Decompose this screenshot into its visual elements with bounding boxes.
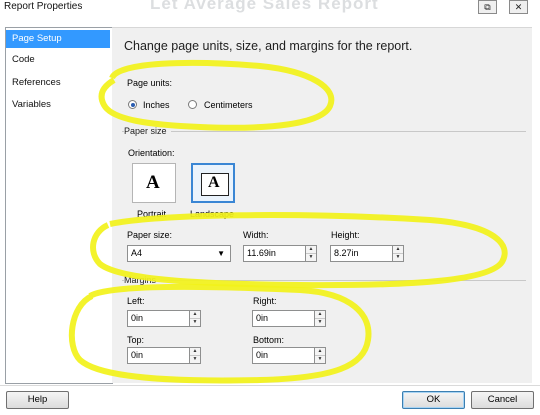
landscape-page-glyph: A [208,174,220,191]
title-bar[interactable]: Report Properties Let Average Sales Repo… [0,0,540,15]
page-heading: Change page units, size, and margins for… [124,39,413,53]
paper-size-label: Paper size: [127,230,173,240]
spin-down-icon[interactable]: ▼ [190,319,200,326]
left-margin-label: Left: [127,296,145,306]
sidebar-item-variables[interactable]: Variables [6,96,110,114]
ok-button[interactable]: OK [402,391,465,409]
height-spinner[interactable]: ▲ ▼ [393,245,404,262]
left-margin-input[interactable]: 0in [127,310,190,327]
spin-up-icon[interactable]: ▲ [315,348,325,356]
paper-size-select[interactable]: A4 ▼ [127,245,231,262]
help-button[interactable]: Help [6,391,69,409]
margins-section-title: Margins [124,275,161,285]
top-margin-input[interactable]: 0in [127,347,190,364]
portrait-label: Portrait [137,209,167,219]
height-label: Height: [331,230,360,240]
centimeters-radio-label[interactable]: Centimeters [204,100,253,110]
footer-separator [0,385,540,386]
top-margin-label: Top: [127,335,145,345]
paper-size-section-title: Paper size [124,126,171,136]
background-report-title: Let Average Sales Report [150,0,379,13]
cancel-button[interactable]: Cancel [471,391,534,409]
orientation-label: Orientation: [128,148,175,158]
landscape-page-icon: A [201,173,229,196]
landscape-label: Landscape [190,209,235,219]
inches-radio[interactable] [128,100,137,109]
spin-up-icon[interactable]: ▲ [393,246,403,254]
bottom-margin-spinner[interactable]: ▲ ▼ [315,347,326,364]
width-input[interactable]: 11.69in [243,245,306,262]
chevron-down-icon: ▼ [217,249,225,258]
content-panel [112,27,532,383]
spin-down-icon[interactable]: ▼ [393,254,403,261]
paper-size-value: A4 [131,248,143,258]
width-label: Width: [243,230,269,240]
width-spinner[interactable]: ▲ ▼ [306,245,317,262]
top-margin-spinner[interactable]: ▲ ▼ [190,347,201,364]
centimeters-radio[interactable] [188,100,197,109]
inches-radio-label[interactable]: Inches [143,100,170,110]
spin-down-icon[interactable]: ▼ [315,319,325,326]
right-margin-label: Right: [253,296,277,306]
window-title: Report Properties [4,1,83,12]
spin-up-icon[interactable]: ▲ [315,311,325,319]
right-margin-spinner[interactable]: ▲ ▼ [315,310,326,327]
paper-size-separator [122,131,526,132]
landscape-button[interactable]: A [191,163,235,203]
spin-up-icon[interactable]: ▲ [306,246,316,254]
left-margin-spinner[interactable]: ▲ ▼ [190,310,201,327]
spin-up-icon[interactable]: ▲ [190,311,200,319]
sidebar-item-references[interactable]: References [6,74,110,92]
spin-down-icon[interactable]: ▼ [315,356,325,363]
bottom-margin-input[interactable]: 0in [252,347,315,364]
right-margin-input[interactable]: 0in [252,310,315,327]
bottom-margin-label: Bottom: [253,335,285,345]
portrait-page-icon: A [146,172,160,193]
spin-up-icon[interactable]: ▲ [190,348,200,356]
spin-down-icon[interactable]: ▼ [306,254,316,261]
height-input[interactable]: 8.27in [330,245,393,262]
sidebar-item-page-setup[interactable]: Page Setup [6,30,110,48]
margins-separator [122,280,526,281]
portrait-button[interactable]: A [132,163,176,203]
close-icon[interactable]: ✕ [509,0,528,14]
restore-icon[interactable]: ⧉ [478,0,497,14]
spin-down-icon[interactable]: ▼ [190,356,200,363]
sidebar-item-code[interactable]: Code [6,51,110,69]
page-units-label: Page units: [127,78,173,88]
